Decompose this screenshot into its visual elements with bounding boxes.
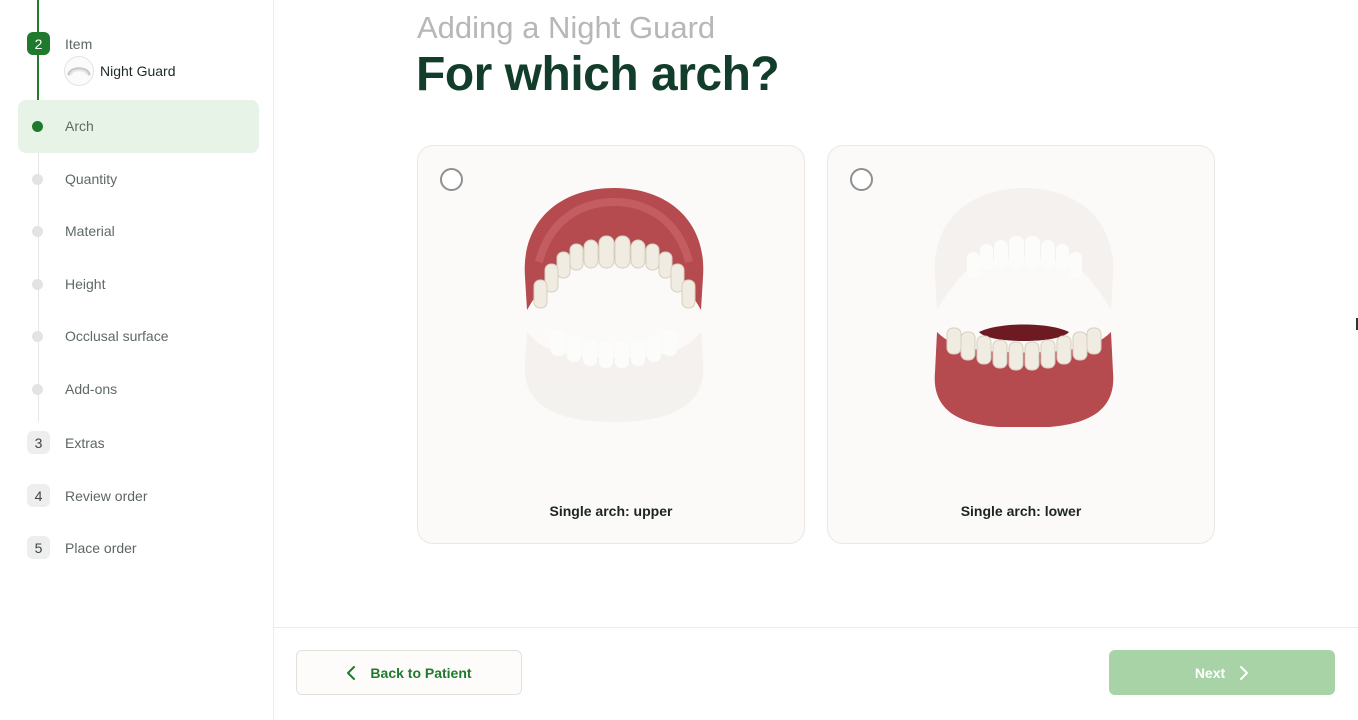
page-kicker: Adding a Night Guard (417, 10, 716, 45)
substep-dot (32, 174, 43, 185)
option-card-upper-arch[interactable]: Single arch: upper (417, 145, 805, 544)
radio-lower-arch[interactable] (850, 168, 873, 191)
step-badge-extras: 3 (27, 431, 50, 454)
item-name: Night Guard (100, 63, 176, 79)
substep-material[interactable]: Material (18, 205, 259, 258)
radio-upper-arch[interactable] (440, 168, 463, 191)
substep-arch[interactable]: Arch (18, 100, 259, 153)
substep-add-ons[interactable]: Add-ons (18, 363, 259, 416)
step-label-item[interactable]: Item (65, 36, 92, 52)
substep-occlusal-surface[interactable]: Occlusal surface (18, 310, 259, 363)
selected-item: Night Guard (64, 56, 175, 86)
step-label-place-order[interactable]: Place order (65, 540, 137, 556)
night-guard-thumbnail-icon (64, 56, 94, 86)
chevron-left-icon (346, 665, 356, 680)
step-sidebar: 2 Item Night Guard Arch Quantity Materia… (0, 0, 274, 720)
substep-dot (32, 331, 43, 342)
step-badge-item: 2 (27, 32, 50, 55)
back-button-label: Back to Patient (370, 664, 472, 681)
back-to-patient-button[interactable]: Back to Patient (296, 650, 522, 695)
next-button[interactable]: Next (1109, 650, 1335, 695)
step-badge-place-order: 5 (27, 536, 50, 559)
option-label-upper: Single arch: upper (549, 503, 673, 519)
substep-quantity[interactable]: Quantity (18, 153, 259, 206)
footer-bar: Back to Patient Next (274, 627, 1358, 720)
substep-dot (32, 279, 43, 290)
lower-arch-teeth-icon (934, 188, 1114, 427)
substep-label: Occlusal surface (65, 328, 169, 344)
main-content: Adding a Night Guard For which arch? Sin… (274, 0, 1358, 720)
substep-label: Quantity (65, 171, 118, 187)
next-button-label: Next (1194, 664, 1226, 681)
option-label-lower: Single arch: lower (960, 503, 1082, 519)
step-label-review-order[interactable]: Review order (65, 488, 147, 504)
option-card-lower-arch[interactable]: Single arch: lower (827, 145, 1215, 544)
page-title: For which arch? (416, 48, 780, 101)
substep-label: Material (65, 223, 115, 239)
substep-label: Add-ons (65, 381, 118, 397)
step-badge-review-order: 4 (27, 484, 50, 507)
substep-height[interactable]: Height (18, 258, 259, 311)
chevron-right-icon (1239, 665, 1249, 680)
upper-arch-teeth-icon (524, 188, 704, 422)
substep-dot-active (32, 121, 43, 132)
substep-dot (32, 384, 43, 395)
substep-label: Height (65, 276, 106, 292)
substep-label: Arch (65, 118, 94, 134)
app: 2 Item Night Guard Arch Quantity Materia… (0, 0, 1358, 720)
step-label-extras[interactable]: Extras (65, 435, 105, 451)
substep-dot (32, 226, 43, 237)
